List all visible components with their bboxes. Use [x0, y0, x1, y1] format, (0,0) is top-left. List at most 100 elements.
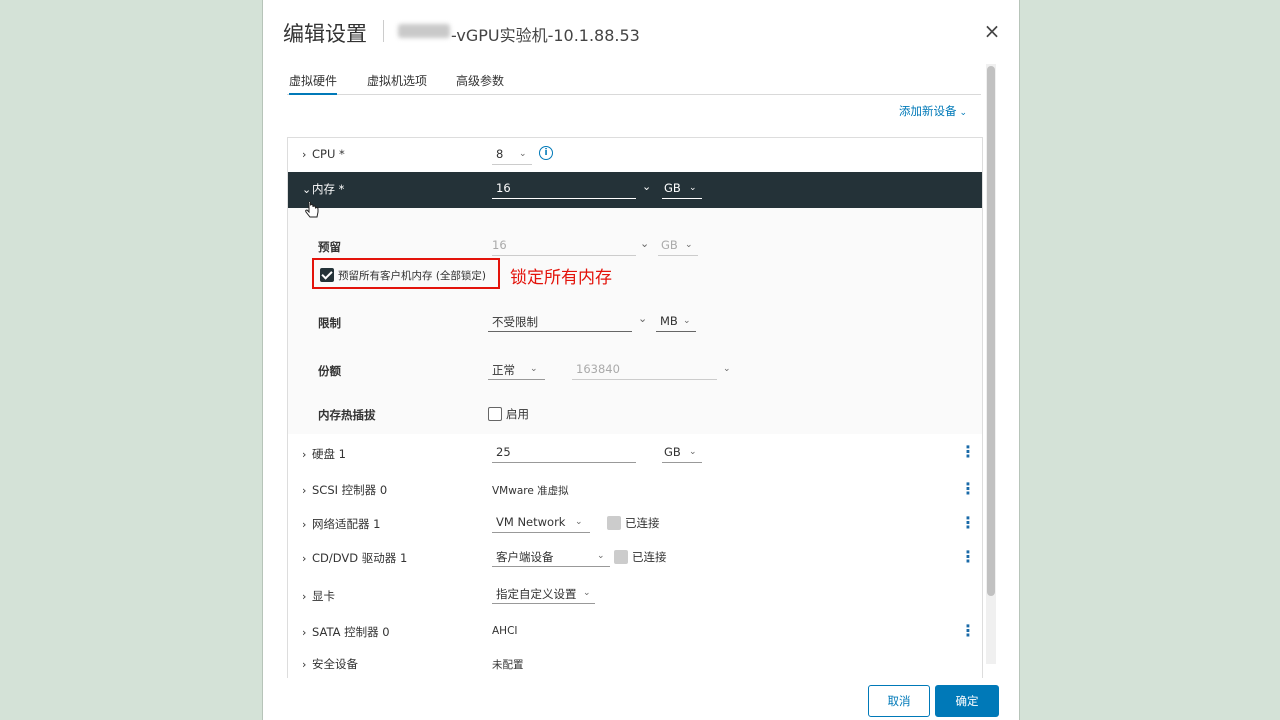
- tab-vm-options[interactable]: 虚拟机选项: [367, 72, 427, 93]
- scsi-value: VMware 准虚拟: [492, 485, 569, 497]
- disk-label[interactable]: › 硬盘 1: [302, 446, 346, 462]
- memory-unit-select[interactable]: GB ⌄: [662, 178, 702, 199]
- network-label-text: 网络适配器 1: [312, 517, 381, 531]
- hotplug-checkbox-label: 启用: [506, 407, 529, 421]
- dialog-title: 编辑设置: [283, 22, 367, 46]
- sata-label-text: SATA 控制器 0: [312, 625, 390, 639]
- cddvd-label[interactable]: › CD/DVD 驱动器 1: [302, 550, 407, 566]
- cddvd-select[interactable]: 客户端设备 ⌄: [492, 546, 610, 567]
- close-icon[interactable]: ×: [981, 20, 1003, 42]
- security-label[interactable]: › 安全设备: [302, 656, 358, 672]
- chevron-right-icon: ›: [302, 590, 307, 603]
- memory-label-text: 内存 *: [312, 182, 345, 196]
- scsi-label-text: SCSI 控制器 0: [312, 483, 388, 497]
- edit-settings-dialog: 编辑设置 -vGPU实验机-10.1.88.53 × 虚拟硬件 虚拟机选项 高级…: [262, 0, 1020, 720]
- kebab-menu-icon[interactable]: ⋮: [960, 515, 976, 531]
- chevron-down-icon: ⌄: [597, 551, 605, 561]
- cddvd-value: 客户端设备: [496, 550, 554, 564]
- shares-label: 份额: [318, 364, 341, 378]
- memory-label[interactable]: ⌄内存 *: [302, 181, 344, 197]
- title-divider: [383, 20, 384, 42]
- memory-row[interactable]: ⌄内存 * 16 ⌄ GB ⌄: [288, 172, 982, 208]
- gpu-label-text: 显卡: [312, 589, 335, 603]
- shares-level-select[interactable]: 正常 ⌄: [488, 359, 545, 380]
- network-label[interactable]: › 网络适配器 1: [302, 516, 380, 532]
- security-row[interactable]: › 安全设备 未配置: [288, 648, 982, 678]
- chevron-down-icon: ⌄: [959, 108, 968, 118]
- chevron-down-icon: ⌄: [575, 517, 583, 527]
- chevron-right-icon: ›: [302, 448, 307, 461]
- memory-details: 预留 16 ⌄ GB ⌄ 预留所有客户机内存 (全部锁定) 锁定所有内存 限制 …: [288, 202, 982, 435]
- kebab-menu-icon[interactable]: ⋮: [960, 444, 976, 460]
- chevron-down-icon: ⌄: [689, 447, 697, 457]
- scsi-row[interactable]: › SCSI 控制器 0 VMware 准虚拟 ⋮: [288, 472, 982, 507]
- kebab-menu-icon[interactable]: ⋮: [960, 481, 976, 497]
- memory-size-input[interactable]: 16: [492, 178, 636, 199]
- add-device-label: 添加新设备: [899, 104, 957, 118]
- limit-label: 限制: [318, 316, 341, 330]
- hotplug-checkbox[interactable]: [488, 407, 502, 421]
- limit-value: 不受限制: [492, 315, 538, 329]
- cddvd-row[interactable]: › CD/DVD 驱动器 1 客户端设备 ⌄ 已连接 ⋮: [288, 540, 982, 579]
- network-value: VM Network: [496, 515, 566, 529]
- security-label-text: 安全设备: [312, 657, 358, 671]
- chevron-down-icon: ⌄: [302, 183, 312, 196]
- ok-button[interactable]: 确定: [935, 685, 999, 717]
- limit-input[interactable]: 不受限制: [488, 311, 632, 332]
- reserve-value: 16: [492, 238, 507, 252]
- disk-unit-value: GB: [664, 445, 681, 459]
- cpu-row[interactable]: › CPU * 8 ⌄ i: [288, 138, 982, 173]
- hand-cursor-icon: [305, 202, 319, 218]
- chevron-down-icon: ⌄: [689, 183, 697, 193]
- hardware-list: › CPU * 8 ⌄ i ⌄内存 * 16 ⌄ GB ⌄ 预留 16 ⌄ GB…: [287, 137, 983, 678]
- annotation-text: 锁定所有内存: [510, 268, 612, 288]
- chevron-down-icon: ⌄: [519, 149, 527, 159]
- reserve-unit-value: GB: [661, 238, 678, 252]
- tab-virtual-hardware[interactable]: 虚拟硬件: [289, 72, 338, 95]
- shares-value-input: 163840: [572, 359, 717, 380]
- limit-unit-select[interactable]: MB ⌄: [656, 311, 696, 332]
- scsi-label[interactable]: › SCSI 控制器 0: [302, 482, 387, 498]
- tab-advanced-params[interactable]: 高级参数: [456, 72, 504, 93]
- kebab-menu-icon[interactable]: ⋮: [960, 549, 976, 565]
- disk-row[interactable]: › 硬盘 1 25 GB ⌄ ⋮: [288, 434, 982, 473]
- disk-unit-select[interactable]: GB ⌄: [662, 442, 702, 463]
- security-value: 未配置: [492, 659, 524, 671]
- gpu-value: 指定自定义设置: [496, 587, 577, 601]
- chevron-down-icon: ⌄: [530, 364, 538, 374]
- network-row[interactable]: › 网络适配器 1 VM Network ⌄ 已连接 ⋮: [288, 506, 982, 541]
- chevron-right-icon: ›: [302, 552, 307, 565]
- dialog-subtitle: -vGPU实验机-10.1.88.53: [451, 26, 640, 45]
- sata-row[interactable]: › SATA 控制器 0 AHCI ⋮: [288, 614, 982, 649]
- chevron-down-icon[interactable]: ⌄: [638, 312, 647, 325]
- cpu-count-select[interactable]: 8 ⌄: [492, 144, 532, 165]
- info-icon[interactable]: i: [539, 146, 553, 160]
- network-connected-checkbox: [607, 516, 621, 530]
- chevron-down-icon: ⌄: [583, 588, 591, 598]
- cancel-button[interactable]: 取消: [868, 685, 930, 717]
- disk-label-text: 硬盘 1: [312, 447, 346, 461]
- kebab-menu-icon[interactable]: ⋮: [960, 623, 976, 639]
- cpu-label[interactable]: › CPU *: [302, 147, 345, 161]
- gpu-row[interactable]: › 显卡 指定自定义设置 ⌄: [288, 578, 982, 615]
- network-select[interactable]: VM Network ⌄: [492, 512, 590, 533]
- memory-unit-value: GB: [664, 181, 681, 195]
- reserve-input: 16: [492, 235, 636, 256]
- shares-level-value: 正常: [492, 363, 515, 377]
- chevron-down-icon: ⌄: [723, 364, 731, 374]
- cddvd-connected-checkbox: [614, 550, 628, 564]
- gpu-label[interactable]: › 显卡: [302, 588, 335, 604]
- tab-bar: 虚拟硬件 虚拟机选项 高级参数: [287, 72, 981, 95]
- sata-value: AHCI: [492, 625, 518, 637]
- scrollbar-thumb[interactable]: [987, 66, 995, 596]
- network-connected-label: 已连接: [625, 516, 660, 530]
- sata-label[interactable]: › SATA 控制器 0: [302, 624, 390, 640]
- chevron-right-icon: ›: [302, 148, 307, 161]
- cpu-label-text: CPU *: [312, 147, 345, 161]
- chevron-down-icon[interactable]: ⌄: [642, 180, 651, 193]
- hotplug-label: 内存热插拔: [318, 408, 376, 422]
- disk-size-input[interactable]: 25: [492, 442, 636, 463]
- add-new-device-button[interactable]: 添加新设备 ⌄: [899, 103, 967, 119]
- gpu-select[interactable]: 指定自定义设置 ⌄: [492, 583, 595, 604]
- cddvd-connected-label: 已连接: [632, 550, 667, 564]
